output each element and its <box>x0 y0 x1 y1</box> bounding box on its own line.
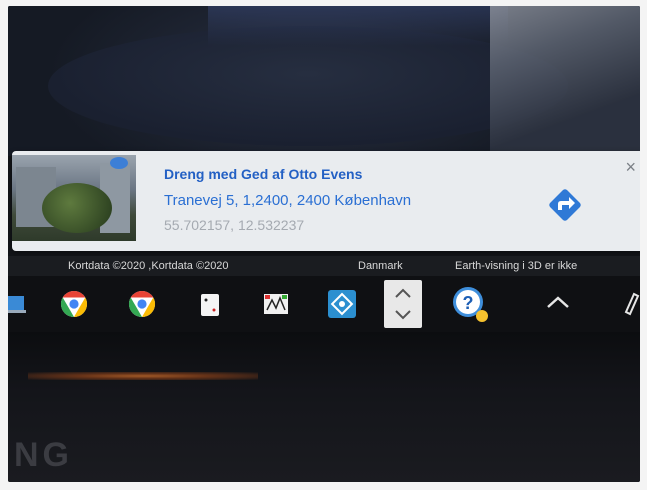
windows-app-icon[interactable] <box>8 288 32 320</box>
chevron-up-icon[interactable] <box>541 290 575 314</box>
help-icon[interactable]: ? <box>450 284 490 324</box>
map-data-credit[interactable]: Kortdata ©2020 ,Kortdata ©2020 <box>68 260 229 272</box>
taskbar-scroll-control[interactable] <box>384 280 422 328</box>
monitor-screen: Dreng med Ged af Otto Evens Tranevej 5, … <box>8 6 640 482</box>
street-view-thumbnail[interactable] <box>12 155 136 241</box>
pen-icon[interactable] <box>622 290 640 316</box>
monitor-brand-logo: NG <box>14 436 73 474</box>
chrome-icon[interactable] <box>58 288 90 320</box>
chevron-up-icon[interactable] <box>393 286 413 300</box>
directions-icon[interactable] <box>545 185 585 225</box>
country-label: Danmark <box>358 260 403 272</box>
chevron-down-icon[interactable] <box>393 308 413 322</box>
map-street-view-background[interactable] <box>8 6 640 156</box>
svg-text:?: ? <box>463 293 474 313</box>
earth-view-notice[interactable]: Earth-visning i 3D er ikke <box>455 260 577 272</box>
place-info-card: Dreng med Ged af Otto Evens Tranevej 5, … <box>12 151 640 251</box>
paint-icon[interactable] <box>260 288 292 320</box>
virtualbox-icon[interactable] <box>326 288 358 320</box>
place-title[interactable]: Dreng med Ged af Otto Evens <box>164 166 362 182</box>
place-coordinates: 55.702157, 12.532237 <box>164 217 305 233</box>
street-view-badge-icon <box>110 157 128 169</box>
background-blue-tint <box>208 6 508 46</box>
thumbnail-tree <box>42 183 112 233</box>
chrome-icon[interactable] <box>126 288 158 320</box>
close-icon[interactable]: × <box>625 157 636 178</box>
monitor-bezel: NG <box>8 332 640 482</box>
background-window-light <box>490 6 640 156</box>
place-address: Tranevej 5, 1,2400, 2400 København <box>164 192 412 209</box>
photographed-screen: Dreng med Ged af Otto Evens Tranevej 5, … <box>0 0 647 490</box>
taskbar: ? <box>8 276 640 332</box>
map-attribution-bar: Kortdata ©2020 ,Kortdata ©2020 Danmark E… <box>8 256 640 276</box>
solitaire-icon[interactable] <box>194 288 226 320</box>
reflection-glow <box>28 372 258 380</box>
